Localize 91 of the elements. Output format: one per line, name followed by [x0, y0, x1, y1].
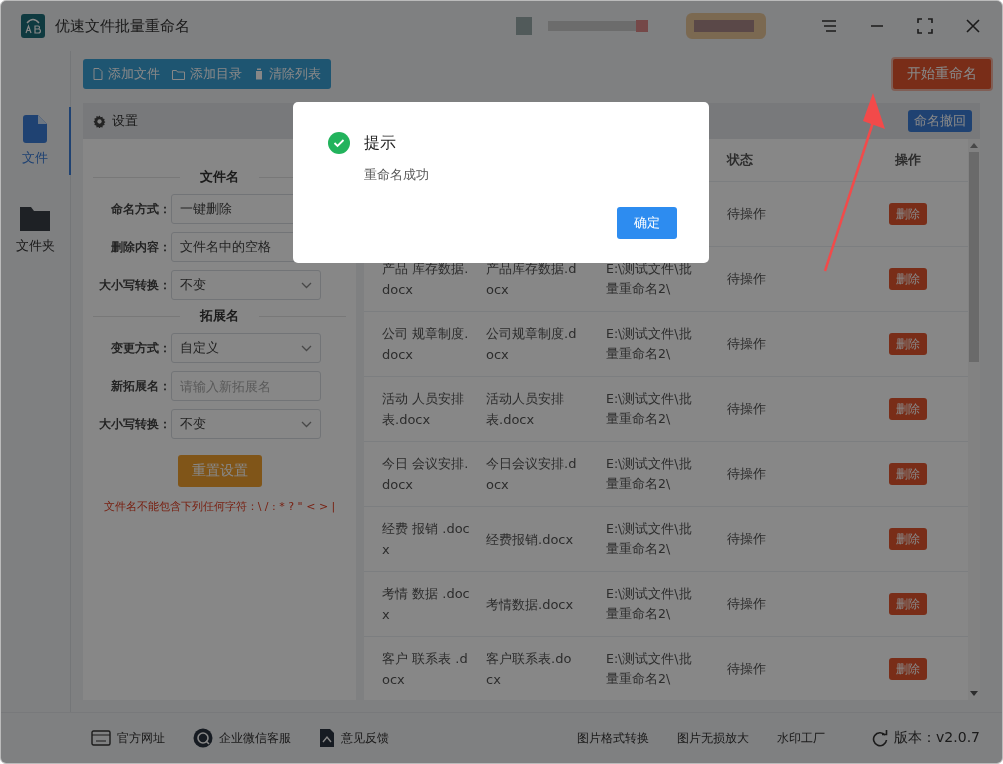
- dialog-message: 重命名成功: [364, 166, 430, 184]
- table-cell-text: 客户联系表.docx: [486, 650, 573, 689]
- table-cell-text: E:\测试文件\批量重命名2\: [606, 390, 693, 428]
- section-title: 文件名: [180, 168, 259, 186]
- toolbar-button[interactable]: 清除列表: [248, 65, 327, 83]
- success-check-icon: [328, 132, 350, 154]
- dropdown[interactable]: 不变: [171, 409, 321, 439]
- section-title: 拓展名: [180, 307, 259, 325]
- scroll-up-icon[interactable]: [970, 143, 978, 148]
- dropdown[interactable]: 不变: [171, 270, 321, 300]
- table-cell: 待操作: [727, 271, 766, 286]
- field-label: 删除内容：: [110, 238, 171, 256]
- file-icon: [23, 115, 47, 143]
- chevron-icon: [301, 281, 312, 289]
- confirm-button[interactable]: 确定: [617, 207, 677, 239]
- table-cell-text: 经费 报销 .docx: [382, 520, 471, 559]
- settings-title: 设置: [112, 112, 138, 130]
- field-label: 大小写转换：: [98, 415, 171, 433]
- table-cell-text: 经费报销.docx: [486, 530, 575, 549]
- table-cell-text: 公司规章制度.docx: [486, 325, 578, 364]
- dialog-title: 提示: [364, 132, 396, 154]
- settings-icon: [93, 114, 106, 128]
- close-icon[interactable]: [964, 17, 982, 35]
- toolbar-button[interactable]: 添加目录: [166, 65, 248, 83]
- file-icon: [93, 68, 103, 80]
- table-cell: 待操作: [727, 531, 766, 546]
- field-label: 命名方式：: [110, 200, 171, 218]
- footer-link[interactable]: 官方网址: [91, 729, 165, 747]
- trash-icon: [254, 68, 264, 80]
- column-header: 状态: [727, 151, 754, 169]
- version-label: 版本：v2.0.7: [894, 729, 980, 747]
- field-label: 变更方式：: [110, 339, 171, 357]
- table-cell-text: 活动人员安排表.docx: [486, 390, 565, 429]
- table-cell: 待操作: [727, 206, 766, 221]
- undo-rename-button[interactable]: 命名撤回: [908, 110, 972, 132]
- delete-button[interactable]: 删除: [888, 593, 927, 615]
- fullscreen-icon[interactable]: [916, 17, 934, 35]
- footer-link[interactable]: 意见反馈: [319, 728, 389, 748]
- chevron-icon: [301, 420, 312, 428]
- folder-icon: [20, 205, 50, 231]
- delete-button[interactable]: 删除: [888, 333, 927, 355]
- field-label: 新拓展名：: [110, 377, 171, 395]
- delete-button[interactable]: 删除: [888, 203, 927, 225]
- folder-icon: [172, 68, 185, 80]
- start-rename-button[interactable]: 开始重命名: [891, 57, 993, 91]
- table-cell: 待操作: [727, 401, 766, 416]
- table-cell: 待操作: [727, 596, 766, 611]
- table-cell-text: 今日会议安排.docx: [486, 455, 578, 494]
- table-cell-text: E:\测试文件\批量重命名2\: [606, 650, 693, 688]
- chevron-icon: [301, 344, 312, 352]
- sidebar-item[interactable]: 文件夹: [1, 197, 71, 263]
- table-cell-text: E:\测试文件\批量重命名2\: [606, 585, 693, 623]
- table-cell-text: 考情 数据 .docx: [382, 585, 471, 624]
- chat-icon: [193, 728, 213, 748]
- delete-button[interactable]: 删除: [888, 398, 927, 420]
- refresh-icon[interactable]: [872, 729, 889, 747]
- document-icon: [319, 728, 335, 748]
- delete-button[interactable]: 删除: [888, 658, 927, 680]
- app-logo-icon: [21, 14, 45, 38]
- table-cell: 待操作: [727, 466, 766, 481]
- menu-icon[interactable]: [820, 17, 838, 35]
- table-cell-text: 公司 规章制度.docx: [382, 325, 470, 364]
- window-title: 优速文件批量重命名: [55, 16, 190, 36]
- table-cell-text: 考情数据.docx: [486, 595, 575, 614]
- delete-button[interactable]: 删除: [888, 463, 927, 485]
- footer-link[interactable]: 图片格式转换: [577, 729, 649, 747]
- delete-button[interactable]: 删除: [888, 268, 927, 290]
- column-header: 操作: [893, 151, 922, 169]
- table-cell-text: 产品库存数据.docx: [486, 260, 578, 299]
- scroll-down-icon[interactable]: [970, 691, 978, 696]
- footer-link[interactable]: 图片无损放大: [677, 729, 749, 747]
- reset-button[interactable]: 重置设置: [177, 455, 262, 487]
- table-cell: 待操作: [727, 661, 766, 676]
- sidebar-item[interactable]: 文件: [1, 107, 71, 175]
- table-cell: 待操作: [727, 336, 766, 351]
- table-cell-text: E:\测试文件\批量重命名2\: [606, 260, 693, 298]
- footer-link[interactable]: 企业微信客服: [193, 728, 291, 748]
- table-cell-text: E:\测试文件\批量重命名2\: [606, 455, 693, 493]
- table-cell-text: 今日 会议安排.docx: [382, 455, 470, 494]
- footer-link[interactable]: 水印工厂: [777, 729, 825, 747]
- table-cell-text: E:\测试文件\批量重命名2\: [606, 520, 693, 558]
- toolbar-button[interactable]: 添加文件: [87, 65, 166, 83]
- warning-text: 文件名不能包含下列任何字符：\ / : * ? " < > |: [102, 499, 337, 514]
- table-cell-text: 客户 联系表 .docx: [382, 650, 469, 689]
- table-cell-text: 产品 库存数据.docx: [382, 260, 470, 299]
- web-icon: [91, 730, 111, 746]
- field-label: 大小写转换：: [98, 276, 171, 294]
- dropdown[interactable]: 自定义: [171, 333, 321, 363]
- table-cell-text: E:\测试文件\批量重命名2\: [606, 325, 693, 363]
- delete-button[interactable]: 删除: [888, 528, 927, 550]
- table-cell-text: 活动 人员安排表.docx: [382, 390, 466, 429]
